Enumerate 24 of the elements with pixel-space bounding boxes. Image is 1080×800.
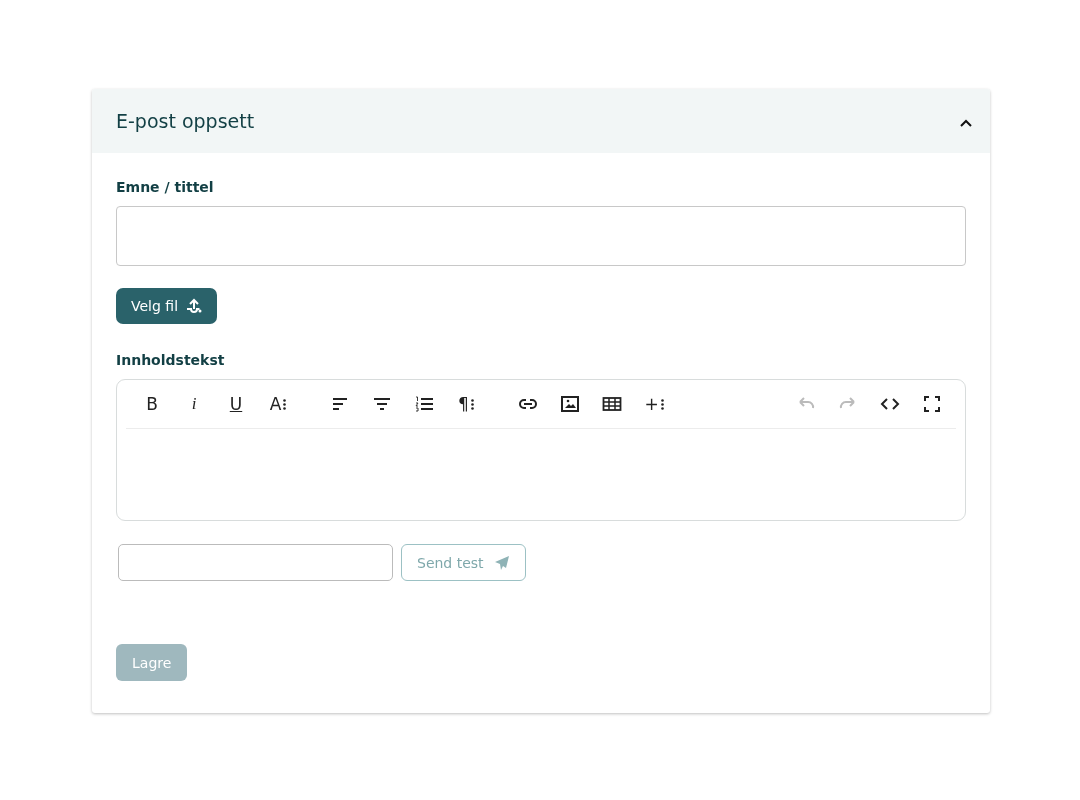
numbered-list-icon[interactable]	[414, 394, 434, 414]
chevron-up-icon[interactable]	[960, 118, 972, 127]
bold-button[interactable]: B	[138, 391, 166, 417]
fullscreen-icon[interactable]	[922, 394, 942, 414]
email-field[interactable]	[118, 544, 393, 581]
image-icon[interactable]	[560, 394, 580, 414]
more-dots-icon	[470, 398, 474, 410]
paragraph-button[interactable]: ¶	[452, 391, 480, 417]
font-size-button[interactable]: A	[264, 391, 292, 417]
rich-text-editor[interactable]: B i U A ¶ +	[116, 379, 966, 521]
insert-button[interactable]: +	[640, 391, 668, 417]
panel-header[interactable]: E-post oppsett	[92, 89, 990, 153]
table-icon[interactable]	[602, 394, 622, 414]
underline-button[interactable]: U	[222, 391, 250, 417]
subject-field[interactable]	[116, 206, 966, 266]
italic-button[interactable]: i	[180, 391, 208, 417]
more-dots-icon	[660, 398, 664, 410]
field-label: Emne / tittel	[116, 179, 215, 195]
upload-icon	[186, 298, 203, 314]
more-dots-icon	[283, 398, 287, 410]
paper-plane-icon	[493, 554, 510, 571]
choose-file-button[interactable]: Velg fil	[116, 288, 218, 324]
field-label: Innholdstekst	[116, 352, 226, 368]
panel-title: E-post oppsett	[116, 110, 255, 132]
